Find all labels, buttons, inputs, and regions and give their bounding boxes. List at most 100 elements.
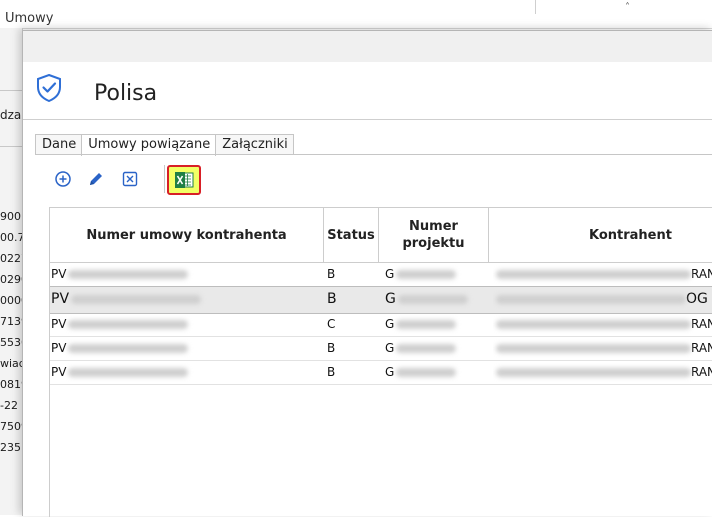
redacted-text — [496, 294, 686, 304]
tab-dane[interactable]: Dane — [35, 134, 83, 155]
cell-kontrahent: RAN — [493, 337, 712, 360]
cell-kontrahent: RAN — [493, 263, 712, 286]
background-separator — [0, 146, 22, 147]
grid-header: Numer umowy kontrahenta Status Numer pro… — [50, 208, 712, 263]
tab-strip: Dane Umowy powiązane Załączniki — [35, 134, 294, 156]
background-row: 0000 — [0, 294, 22, 307]
tab-zalaczniki[interactable]: Załączniki — [215, 134, 294, 155]
cell-numer-projektu-text: G — [385, 267, 395, 281]
cell-kontrahent-text: RAN — [691, 317, 712, 331]
cell-status: B — [327, 267, 336, 281]
cell-kontrahent-text: RAN — [691, 267, 712, 281]
cell-status: C — [327, 317, 336, 331]
cell-numer-umowy-text: PV — [51, 341, 67, 355]
redacted-text — [68, 270, 189, 279]
cell-kontrahent: RAN — [493, 313, 712, 336]
cell-numer-umowy-text: PV — [51, 365, 67, 379]
shield-check-icon — [37, 74, 61, 102]
column-header-numer-umowy[interactable]: Numer umowy kontrahenta — [50, 208, 324, 262]
redacted-text — [396, 344, 457, 353]
background-row: 00.7 — [0, 231, 22, 244]
cell-kontrahent-text: RAN — [691, 341, 712, 355]
background-row: 0227 — [0, 252, 22, 265]
redacted-text — [496, 270, 691, 279]
redacted-text — [71, 294, 202, 304]
background-row: 7139 — [0, 315, 22, 328]
redacted-text — [396, 270, 457, 279]
cell-numer-projektu-text: G — [385, 365, 395, 379]
table-row[interactable]: PV C G RAN — [50, 313, 712, 337]
cell-kontrahent: OG — [493, 287, 712, 312]
redacted-text — [68, 320, 189, 329]
background-window-title: Umowy — [5, 11, 54, 26]
dialog-header: Polisa — [23, 62, 712, 120]
cell-numer-umowy: PV — [50, 361, 324, 384]
edit-button[interactable] — [86, 169, 106, 189]
cell-numer-projektu-text: G — [385, 317, 395, 331]
background-row: 5536 — [0, 336, 22, 349]
cell-numer-projektu-text: G — [385, 291, 396, 307]
redacted-text — [496, 344, 691, 353]
background-row: 235 — [0, 441, 21, 454]
table-row[interactable]: PV B G RAN — [50, 337, 712, 361]
redacted-text — [396, 320, 457, 329]
cell-numer-umowy-text: PV — [51, 267, 67, 281]
cell-numer-projektu: G — [384, 263, 489, 286]
table-row[interactable]: PV B G RAN — [50, 263, 712, 287]
redacted-text — [496, 320, 691, 329]
cell-numer-umowy-text: PV — [51, 291, 70, 307]
background-column-header: dza — [0, 108, 22, 122]
cell-status: B — [327, 341, 336, 355]
cell-status: B — [327, 365, 336, 379]
cell-status: B — [327, 291, 337, 307]
table-row[interactable]: PV B G RAN — [50, 361, 712, 385]
cell-numer-projektu: G — [384, 337, 489, 360]
background-divider — [535, 0, 536, 14]
chevron-up-icon[interactable]: ˄ — [625, 2, 630, 13]
cell-numer-umowy: PV — [50, 337, 324, 360]
cell-numer-umowy: PV — [50, 313, 324, 336]
excel-icon — [175, 172, 194, 188]
pencil-icon — [90, 173, 102, 185]
background-row: wiad — [0, 357, 22, 370]
redacted-text — [68, 368, 189, 377]
cell-numer-projektu-text: G — [385, 341, 395, 355]
redacted-text — [396, 368, 457, 377]
dialog-title: Polisa — [94, 81, 158, 106]
box-x-icon — [122, 171, 138, 187]
dialog-titlebar[interactable] — [23, 31, 712, 62]
cell-numer-projektu: G — [384, 313, 489, 336]
background-row: 0290 — [0, 273, 22, 286]
redacted-text — [397, 294, 468, 304]
toolbar — [35, 155, 712, 205]
background-row: 900 — [0, 210, 21, 223]
delete-button[interactable] — [120, 169, 140, 189]
column-header-numer-projektu[interactable]: Numer projektu — [379, 208, 489, 262]
background-row: -22 — [0, 399, 18, 412]
cell-numer-umowy-text: PV — [51, 317, 67, 331]
cell-kontrahent-text: OG — [686, 291, 708, 307]
column-header-status[interactable]: Status — [324, 208, 379, 262]
background-top-bar: Umowy ˄ — [0, 0, 712, 29]
redacted-text — [496, 368, 691, 377]
plus-circle-icon — [55, 171, 71, 187]
cell-numer-projektu: G — [384, 287, 489, 312]
cell-numer-umowy: PV — [50, 263, 324, 286]
redacted-text — [68, 344, 189, 353]
cell-numer-projektu: G — [384, 361, 489, 384]
table-row-selected[interactable]: PV B G OG — [50, 286, 712, 314]
background-separator — [0, 90, 22, 91]
toolbar-separator — [164, 165, 165, 193]
cell-kontrahent: RAN — [493, 361, 712, 384]
column-header-kontrahent[interactable]: Kontrahent — [489, 208, 712, 262]
background-row: 7509 — [0, 420, 22, 433]
polisa-dialog: Polisa Dane Umowy powiązane Załączniki N… — [22, 30, 712, 517]
background-row: 0819 — [0, 378, 22, 391]
tab-umowy-powiazane[interactable]: Umowy powiązane — [81, 134, 217, 156]
cell-kontrahent-text: RAN — [691, 365, 712, 379]
cell-numer-umowy: PV — [50, 287, 324, 312]
export-excel-button[interactable] — [167, 165, 201, 195]
background-left-pane: dza 900 00.7 0227 0290 0000 7139 5536 wi… — [0, 28, 23, 515]
related-contracts-grid: Numer umowy kontrahenta Status Numer pro… — [49, 207, 712, 517]
add-button[interactable] — [53, 169, 73, 189]
